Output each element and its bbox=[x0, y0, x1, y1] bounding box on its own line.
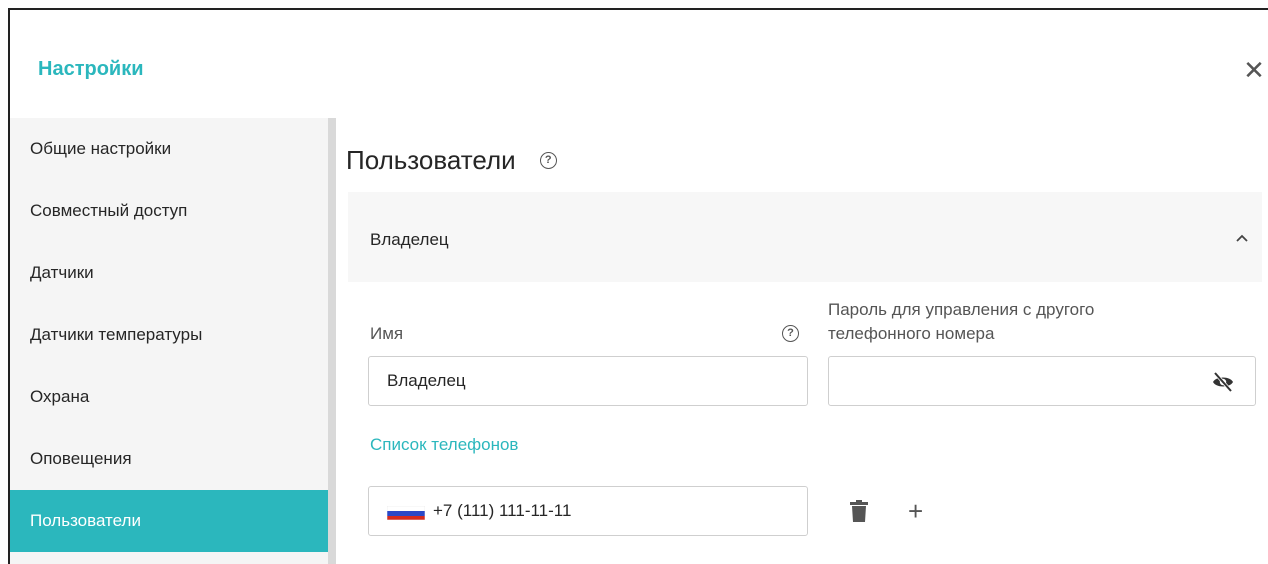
name-help-icon[interactable]: ? bbox=[782, 325, 799, 342]
section-title: Владелец bbox=[370, 230, 449, 249]
trash-icon[interactable] bbox=[850, 500, 868, 522]
phone-field[interactable]: +7 (111) 111-11-11 bbox=[368, 486, 808, 536]
sidebar-item-general[interactable]: Общие настройки bbox=[10, 118, 328, 180]
sidebar: Общие настройки Совместный доступ Датчик… bbox=[10, 118, 336, 564]
sidebar-item-sensors[interactable]: Датчики bbox=[10, 242, 328, 304]
settings-dialog: Настройки ✕ Общие настройки Совместный д… bbox=[8, 8, 1268, 564]
password-label-line2: телефонного номера bbox=[828, 324, 995, 343]
close-icon[interactable]: ✕ bbox=[1240, 56, 1268, 84]
name-label: Имя bbox=[370, 324, 404, 343]
page-title: Пользователи bbox=[346, 144, 516, 175]
dialog-header: Настройки ✕ bbox=[10, 10, 1268, 118]
eye-off-icon[interactable] bbox=[1211, 371, 1235, 393]
sidebar-item-shared-access[interactable]: Совместный доступ bbox=[10, 180, 328, 242]
sidebar-item-security[interactable]: Охрана bbox=[10, 366, 328, 428]
page-title-row: Пользователи ? bbox=[346, 140, 557, 180]
chevron-up-icon[interactable] bbox=[1232, 228, 1252, 248]
owner-section: Владелец Имя ? Пароль для управления с д… bbox=[348, 192, 1262, 564]
sidebar-item-temperature-sensors[interactable]: Датчики температуры bbox=[10, 304, 328, 366]
owner-section-header[interactable]: Владелец bbox=[348, 192, 1262, 282]
password-label-line1: Пароль для управления с другого bbox=[828, 300, 1095, 319]
phone-value: +7 (111) 111-11-11 bbox=[433, 501, 572, 520]
russia-flag-icon bbox=[387, 506, 425, 520]
dialog-title: Настройки bbox=[38, 58, 144, 80]
password-field[interactable] bbox=[828, 356, 1256, 406]
sidebar-item-users[interactable]: Пользователи bbox=[10, 490, 328, 552]
main-content: Пользователи ? Владелец Имя ? Пароль для… bbox=[346, 118, 1268, 564]
sidebar-item-notifications[interactable]: Оповещения bbox=[10, 428, 328, 490]
phones-list-title: Список телефонов bbox=[370, 435, 519, 454]
add-phone-icon[interactable]: + bbox=[908, 498, 923, 524]
name-value: Владелец bbox=[387, 371, 466, 390]
help-icon[interactable]: ? bbox=[539, 151, 557, 169]
name-field[interactable]: Владелец bbox=[368, 356, 808, 406]
